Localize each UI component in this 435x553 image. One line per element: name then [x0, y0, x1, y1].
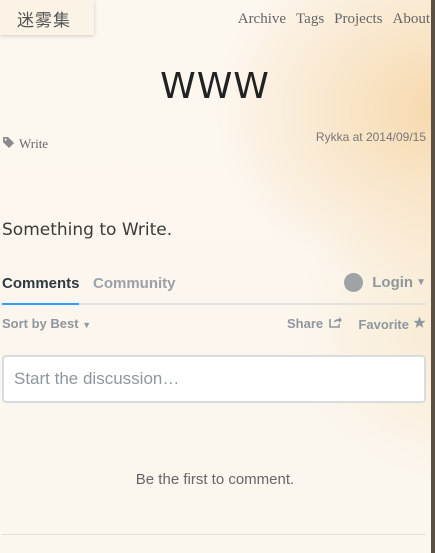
favorite-label: Favorite: [358, 316, 409, 332]
active-tab-indicator: [2, 303, 79, 305]
login-label: Login: [372, 274, 414, 291]
share-button[interactable]: Share: [287, 316, 343, 331]
post-body: Something to Write.: [2, 220, 173, 240]
tab-community[interactable]: Community: [93, 275, 176, 292]
share-label: Share: [287, 316, 324, 331]
sort-label: Sort by Best: [2, 316, 79, 331]
window-edge: [431, 0, 435, 553]
divider: [2, 534, 426, 535]
site-logo[interactable]: 迷雾集: [0, 0, 94, 35]
chat-bubble-icon: [344, 273, 364, 292]
favorite-button[interactable]: Favorite: [358, 316, 426, 332]
discussion-input[interactable]: Start the discussion…: [2, 355, 426, 403]
login-button[interactable]: Login ▼: [344, 273, 426, 292]
nav-archive[interactable]: Archive: [238, 11, 286, 28]
comments-toolbar: Sort by Best ▼ Share Favorite: [2, 316, 426, 334]
tag-icon: [3, 136, 14, 152]
post-title: WWW: [160, 66, 270, 107]
nav-tags[interactable]: Tags: [296, 11, 324, 28]
empty-comments-message: Be the first to comment.: [135, 471, 295, 488]
tab-comments[interactable]: Comments: [2, 275, 80, 292]
post-tag[interactable]: Write: [3, 136, 48, 152]
comments-tabs: Comments Community Login ▼: [2, 264, 426, 305]
post-meta: Rykka at 2014/09/15: [315, 130, 426, 144]
top-nav: Archive Tags Projects About: [238, 11, 430, 28]
share-icon: [329, 316, 343, 331]
chevron-down-icon: ▼: [82, 320, 92, 330]
chevron-down-icon: ▼: [416, 277, 426, 288]
tag-label: Write: [19, 136, 49, 151]
sort-dropdown[interactable]: Sort by Best ▼: [2, 316, 91, 331]
nav-about[interactable]: About: [393, 11, 431, 28]
nav-projects[interactable]: Projects: [334, 11, 382, 28]
star-icon: [413, 316, 426, 332]
